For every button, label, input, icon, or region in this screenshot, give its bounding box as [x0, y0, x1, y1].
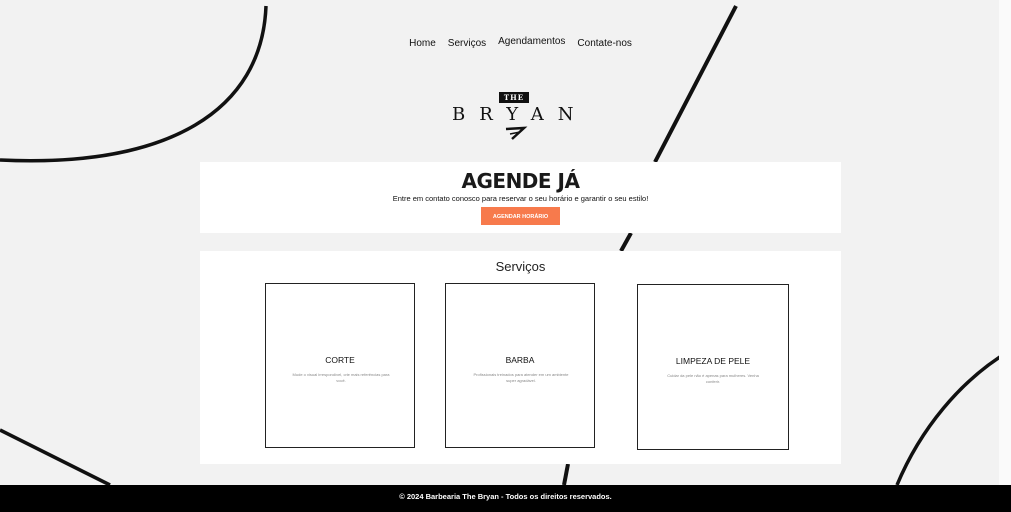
bg-line-center-upper	[653, 5, 738, 163]
service-card-title: CORTE	[325, 355, 355, 365]
brand-logo: THE BRYAN	[446, 90, 584, 142]
service-card-title: LIMPEZA DE PELE	[675, 356, 751, 366]
service-card-description: Profissionais treinados para atender em …	[473, 372, 569, 383]
logo-the-badge: THE	[499, 92, 529, 103]
service-card-description: Mude o visual irrespondível, crie mais r…	[292, 372, 390, 383]
site-footer: © 2024 Barbearia The Bryan - Todos os di…	[0, 485, 1011, 512]
service-card-limpeza-de-pele[interactable]: LIMPEZA DE PELE Cuidar da pele não é ape…	[637, 284, 789, 450]
bg-line-center-mid	[619, 232, 633, 252]
hero-subtitle: Entre em contato conosco para reservar o…	[392, 194, 649, 203]
service-card-title: BARBA	[505, 355, 535, 365]
bg-line-center-lower	[562, 463, 570, 486]
page: Home Serviços Agendamentos Contate-nos T…	[0, 0, 1011, 512]
nav-item-agendamentos[interactable]: Agendamentos	[498, 36, 565, 49]
logo-name: BRYAN	[452, 104, 588, 125]
service-card-barba[interactable]: BARBA Profissionais treinados para atend…	[445, 283, 595, 448]
razor-icon	[505, 126, 528, 140]
top-nav: Home Serviços Agendamentos Contate-nos	[0, 36, 1011, 49]
bg-curve-top-left	[0, 5, 268, 163]
bg-curve-right	[895, 348, 1011, 486]
bg-line-left	[0, 428, 111, 487]
services-section: Serviços CORTE Mude o visual irrespondív…	[200, 251, 841, 464]
nav-item-home[interactable]: Home	[409, 38, 436, 49]
service-card-corte[interactable]: CORTE Mude o visual irrespondível, crie …	[265, 283, 415, 448]
hero-booking-section: AGENDE JÁ Entre em contato conosco para …	[200, 162, 841, 233]
service-card-description: Cuidar da pele não é apenas para mulhere…	[667, 373, 759, 384]
nav-item-servicos[interactable]: Serviços	[448, 38, 486, 49]
services-title: Serviços	[495, 259, 546, 274]
schedule-button[interactable]: AGENDAR HORÁRIO	[481, 207, 560, 225]
nav-item-contate-nos[interactable]: Contate-nos	[577, 38, 631, 49]
footer-copyright: © 2024 Barbearia The Bryan - Todos os di…	[399, 492, 612, 501]
hero-title: AGENDE JÁ	[461, 169, 580, 193]
